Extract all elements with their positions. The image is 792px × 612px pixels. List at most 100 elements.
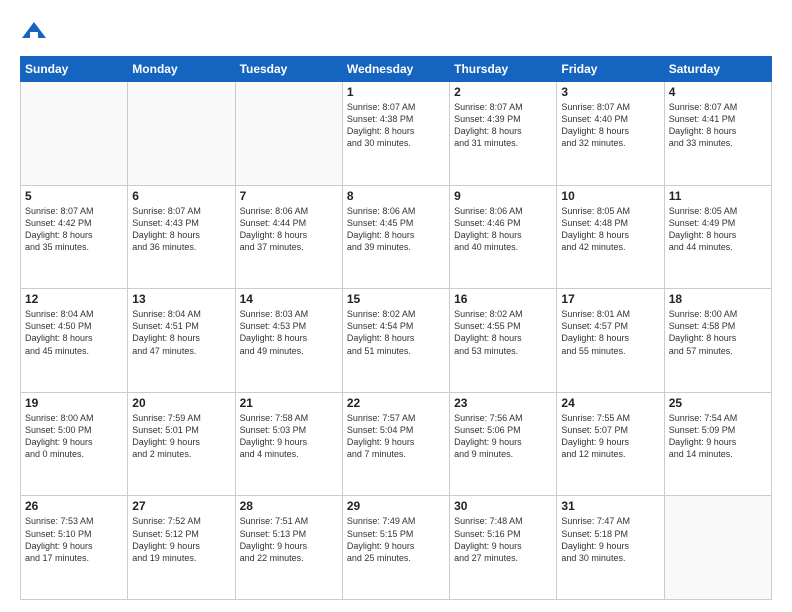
weekday-monday: Monday xyxy=(128,57,235,82)
calendar-cell: 31 Sunrise: 7:47 AMSunset: 5:18 PMDayligh… xyxy=(557,496,664,600)
cell-content: Sunrise: 7:47 AMSunset: 5:18 PMDaylight:… xyxy=(561,515,659,564)
cell-content: Sunrise: 8:06 AMSunset: 4:46 PMDaylight:… xyxy=(454,205,552,254)
calendar-cell xyxy=(128,82,235,186)
calendar-cell: 30 Sunrise: 7:48 AMSunset: 5:16 PMDayligh… xyxy=(450,496,557,600)
day-number: 4 xyxy=(669,85,767,99)
cell-content: Sunrise: 8:00 AMSunset: 5:00 PMDaylight:… xyxy=(25,412,123,461)
calendar-week-4: 19 Sunrise: 8:00 AMSunset: 5:00 PMDayligh… xyxy=(21,392,772,496)
calendar-cell: 16 Sunrise: 8:02 AMSunset: 4:55 PMDayligh… xyxy=(450,289,557,393)
cell-content: Sunrise: 8:05 AMSunset: 4:49 PMDaylight:… xyxy=(669,205,767,254)
cell-content: Sunrise: 8:07 AMSunset: 4:39 PMDaylight:… xyxy=(454,101,552,150)
cell-content: Sunrise: 7:51 AMSunset: 5:13 PMDaylight:… xyxy=(240,515,338,564)
page: SundayMondayTuesdayWednesdayThursdayFrid… xyxy=(0,0,792,612)
calendar-cell: 22 Sunrise: 7:57 AMSunset: 5:04 PMDayligh… xyxy=(342,392,449,496)
calendar-cell: 27Sunrise: 7:52 AMSunset: 5:12 PMDayligh… xyxy=(128,496,235,600)
calendar-cell: 10 Sunrise: 8:05 AMSunset: 4:48 PMDayligh… xyxy=(557,185,664,289)
calendar-cell: 19 Sunrise: 8:00 AMSunset: 5:00 PMDayligh… xyxy=(21,392,128,496)
calendar-week-1: 1 Sunrise: 8:07 AMSunset: 4:38 PMDaylight… xyxy=(21,82,772,186)
calendar-cell: 1 Sunrise: 8:07 AMSunset: 4:38 PMDaylight… xyxy=(342,82,449,186)
cell-content: Sunrise: 7:56 AMSunset: 5:06 PMDaylight:… xyxy=(454,412,552,461)
calendar-cell: 25 Sunrise: 7:54 AMSunset: 5:09 PMDayligh… xyxy=(664,392,771,496)
day-number: 10 xyxy=(561,189,659,203)
day-number: 18 xyxy=(669,292,767,306)
calendar-week-5: 26Sunrise: 7:53 AMSunset: 5:10 PMDayligh… xyxy=(21,496,772,600)
calendar-cell: 12Sunrise: 8:04 AMSunset: 4:50 PMDayligh… xyxy=(21,289,128,393)
calendar-week-3: 12Sunrise: 8:04 AMSunset: 4:50 PMDayligh… xyxy=(21,289,772,393)
cell-content: Sunrise: 8:07 AMSunset: 4:38 PMDaylight:… xyxy=(347,101,445,150)
day-number: 5 xyxy=(25,189,123,203)
day-number: 31 xyxy=(561,499,659,513)
weekday-sunday: Sunday xyxy=(21,57,128,82)
cell-content: Sunrise: 8:02 AMSunset: 4:54 PMDaylight:… xyxy=(347,308,445,357)
calendar-cell: 20 Sunrise: 7:59 AMSunset: 5:01 PMDayligh… xyxy=(128,392,235,496)
day-number: 9 xyxy=(454,189,552,203)
calendar-cell: 8 Sunrise: 8:06 AMSunset: 4:45 PMDaylight… xyxy=(342,185,449,289)
calendar-cell: 5 Sunrise: 8:07 AMSunset: 4:42 PMDaylight… xyxy=(21,185,128,289)
header xyxy=(20,18,772,46)
weekday-friday: Friday xyxy=(557,57,664,82)
cell-content: Sunrise: 7:57 AMSunset: 5:04 PMDaylight:… xyxy=(347,412,445,461)
day-number: 2 xyxy=(454,85,552,99)
cell-content: Sunrise: 8:00 AMSunset: 4:58 PMDaylight:… xyxy=(669,308,767,357)
cell-content: Sunrise: 7:59 AMSunset: 5:01 PMDaylight:… xyxy=(132,412,230,461)
day-number: 28 xyxy=(240,499,338,513)
cell-content: Sunrise: 7:48 AMSunset: 5:16 PMDaylight:… xyxy=(454,515,552,564)
calendar-cell: 15Sunrise: 8:02 AMSunset: 4:54 PMDayligh… xyxy=(342,289,449,393)
calendar-cell: 28 Sunrise: 7:51 AMSunset: 5:13 PMDayligh… xyxy=(235,496,342,600)
day-number: 8 xyxy=(347,189,445,203)
day-number: 23 xyxy=(454,396,552,410)
logo-icon xyxy=(20,18,48,46)
cell-content: Sunrise: 8:01 AMSunset: 4:57 PMDaylight:… xyxy=(561,308,659,357)
day-number: 14 xyxy=(240,292,338,306)
day-number: 17 xyxy=(561,292,659,306)
day-number: 29 xyxy=(347,499,445,513)
day-number: 25 xyxy=(669,396,767,410)
day-number: 22 xyxy=(347,396,445,410)
calendar-cell: 7 Sunrise: 8:06 AMSunset: 4:44 PMDaylight… xyxy=(235,185,342,289)
calendar-cell: 9 Sunrise: 8:06 AMSunset: 4:46 PMDaylight… xyxy=(450,185,557,289)
cell-content: Sunrise: 8:07 AMSunset: 4:40 PMDaylight:… xyxy=(561,101,659,150)
cell-content: Sunrise: 7:58 AMSunset: 5:03 PMDaylight:… xyxy=(240,412,338,461)
calendar-cell: 23 Sunrise: 7:56 AMSunset: 5:06 PMDayligh… xyxy=(450,392,557,496)
cell-content: Sunrise: 8:05 AMSunset: 4:48 PMDaylight:… xyxy=(561,205,659,254)
calendar-week-2: 5 Sunrise: 8:07 AMSunset: 4:42 PMDaylight… xyxy=(21,185,772,289)
day-number: 19 xyxy=(25,396,123,410)
calendar-table: SundayMondayTuesdayWednesdayThursdayFrid… xyxy=(20,56,772,600)
calendar-cell: 21 Sunrise: 7:58 AMSunset: 5:03 PMDayligh… xyxy=(235,392,342,496)
day-number: 20 xyxy=(132,396,230,410)
cell-content: Sunrise: 7:49 AMSunset: 5:15 PMDaylight:… xyxy=(347,515,445,564)
day-number: 24 xyxy=(561,396,659,410)
day-number: 7 xyxy=(240,189,338,203)
day-number: 26 xyxy=(25,499,123,513)
day-number: 16 xyxy=(454,292,552,306)
cell-content: Sunrise: 8:06 AMSunset: 4:45 PMDaylight:… xyxy=(347,205,445,254)
weekday-wednesday: Wednesday xyxy=(342,57,449,82)
calendar-cell xyxy=(664,496,771,600)
calendar-cell: 6Sunrise: 8:07 AMSunset: 4:43 PMDaylight… xyxy=(128,185,235,289)
weekday-tuesday: Tuesday xyxy=(235,57,342,82)
day-number: 12 xyxy=(25,292,123,306)
cell-content: Sunrise: 7:54 AMSunset: 5:09 PMDaylight:… xyxy=(669,412,767,461)
day-number: 1 xyxy=(347,85,445,99)
calendar-cell xyxy=(235,82,342,186)
day-number: 3 xyxy=(561,85,659,99)
day-number: 30 xyxy=(454,499,552,513)
cell-content: Sunrise: 7:52 AMSunset: 5:12 PMDaylight:… xyxy=(132,515,230,564)
calendar-cell: 29 Sunrise: 7:49 AMSunset: 5:15 PMDayligh… xyxy=(342,496,449,600)
weekday-thursday: Thursday xyxy=(450,57,557,82)
day-number: 13 xyxy=(132,292,230,306)
calendar-cell: 17 Sunrise: 8:01 AMSunset: 4:57 PMDayligh… xyxy=(557,289,664,393)
logo xyxy=(20,18,52,46)
calendar-cell: 13Sunrise: 8:04 AMSunset: 4:51 PMDayligh… xyxy=(128,289,235,393)
cell-content: Sunrise: 8:07 AMSunset: 4:43 PMDaylight:… xyxy=(132,205,230,254)
cell-content: Sunrise: 8:02 AMSunset: 4:55 PMDaylight:… xyxy=(454,308,552,357)
cell-content: Sunrise: 7:55 AMSunset: 5:07 PMDaylight:… xyxy=(561,412,659,461)
calendar-cell xyxy=(21,82,128,186)
cell-content: Sunrise: 8:07 AMSunset: 4:42 PMDaylight:… xyxy=(25,205,123,254)
cell-content: Sunrise: 8:06 AMSunset: 4:44 PMDaylight:… xyxy=(240,205,338,254)
cell-content: Sunrise: 8:03 AMSunset: 4:53 PMDaylight:… xyxy=(240,308,338,357)
day-number: 21 xyxy=(240,396,338,410)
cell-content: Sunrise: 8:07 AMSunset: 4:41 PMDaylight:… xyxy=(669,101,767,150)
weekday-header-row: SundayMondayTuesdayWednesdayThursdayFrid… xyxy=(21,57,772,82)
calendar-cell: 3 Sunrise: 8:07 AMSunset: 4:40 PMDaylight… xyxy=(557,82,664,186)
